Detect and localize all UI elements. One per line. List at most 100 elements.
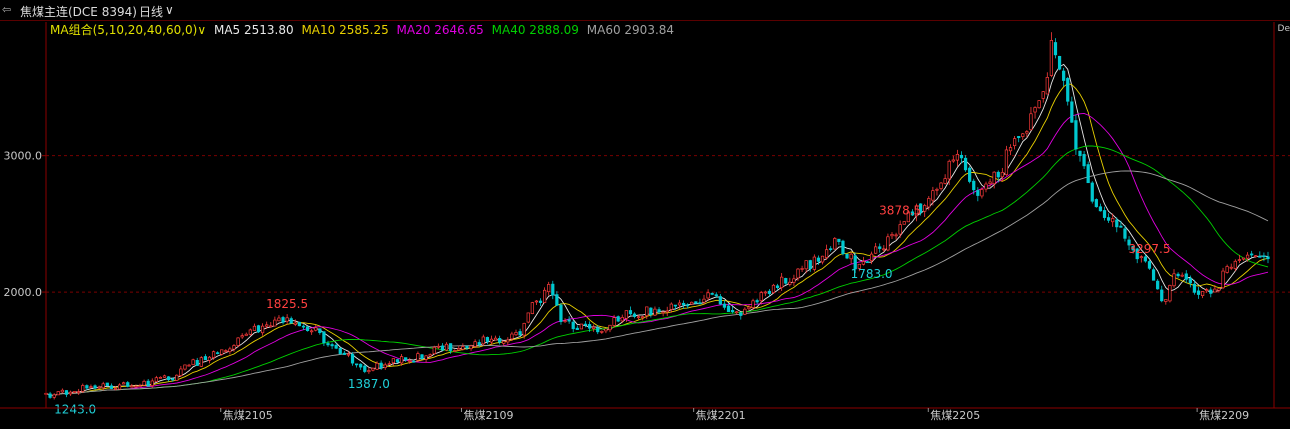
candle-body [686,304,690,307]
candle-body [236,337,240,346]
candle-body [743,308,747,315]
candle-body [1225,266,1229,273]
candle-body [1115,219,1119,228]
candle-body [440,345,445,351]
candle-body [1106,217,1111,221]
candle-body [939,182,943,189]
candle-body [641,316,645,318]
candle-body [240,335,244,338]
candle-body [481,336,485,345]
candle-body [142,380,146,386]
candle-body [522,323,526,336]
candle-body [538,300,543,303]
candle-body [963,157,968,171]
candle-body [138,385,142,387]
candle-body [677,302,682,306]
candle-body [89,386,93,388]
candle-body [718,296,722,305]
candle-body [256,325,261,333]
candle-body [395,359,400,363]
candle-body [616,316,620,322]
candle-body [865,261,870,264]
candle-body [383,364,387,368]
candle-body [874,246,878,254]
x-tick-label-1: 焦煤2109 [463,409,513,422]
annotation-low-3: 1387.0 [348,377,390,391]
candle-body [1123,228,1127,239]
candle-body [220,349,224,355]
candle-body [526,312,530,323]
y-tick-label-1: 3000.0 [4,150,43,163]
candle-body [318,328,322,333]
candle-body [326,343,330,346]
candle-body [1111,218,1115,223]
candle-body [166,376,171,381]
candle-body [367,370,371,373]
candle-body [984,183,988,190]
candle-body [444,343,449,351]
candle-body [869,253,874,262]
candle-body [600,330,604,333]
candle-body [1233,260,1237,269]
candle-body [498,338,502,343]
candle-body [469,345,473,350]
candle-body [726,305,731,312]
candle-body [751,300,755,308]
candle-body [1008,147,1013,152]
candle-body [1029,113,1033,131]
candle-body [1033,107,1037,113]
candle-body [861,261,866,265]
candle-body [804,260,808,270]
candle-body [1229,266,1233,269]
candle-body [706,292,710,299]
candle-body [371,367,375,371]
candle-body [849,253,853,260]
candle-body [824,249,829,258]
candle-body [653,308,657,316]
candle-body [1176,273,1180,277]
candle-body [158,376,163,379]
candlestick-chart[interactable]: 3878.5 3297.5 1825.5 1387.0 1783.0 1243.0 200… [0,0,1290,429]
candle-body [829,248,833,251]
candle-body [959,154,964,159]
candle-body [649,307,653,315]
candle-body [575,327,579,330]
candle-body [669,303,673,310]
candle-body [310,330,314,333]
candle-body [628,310,633,315]
candle-body [1250,253,1254,256]
candle-body [976,190,980,196]
candle-body [60,389,64,393]
candle-body [77,391,81,394]
candle-body [175,374,179,381]
candle-body [85,385,89,389]
candle-body [473,341,477,347]
candle-body [1172,273,1176,287]
candle-body [1017,136,1021,139]
x-tick-label-4: 焦煤2209 [1199,409,1249,422]
candle-body [224,350,228,352]
candle-body [1262,255,1266,258]
candle-body [780,276,784,288]
candle-body [203,356,208,361]
candle-body [992,171,996,185]
candle-body [244,333,248,336]
candle-body [714,294,718,297]
candle-body [620,317,624,322]
candle-body [767,290,772,294]
candle-body [518,331,522,336]
candle-body [988,181,992,185]
candle-body [657,309,661,313]
candle-body [645,306,649,317]
candle-body [375,362,379,370]
candle-body [951,159,955,162]
candle-body [784,278,788,284]
candle-body [416,353,420,361]
candle-body [1217,288,1221,291]
candle-body [567,319,571,322]
candle-body [636,316,641,319]
candle-body [216,352,220,355]
candle-body [301,325,306,328]
candle-body [1090,182,1094,202]
candle-body [506,339,510,343]
